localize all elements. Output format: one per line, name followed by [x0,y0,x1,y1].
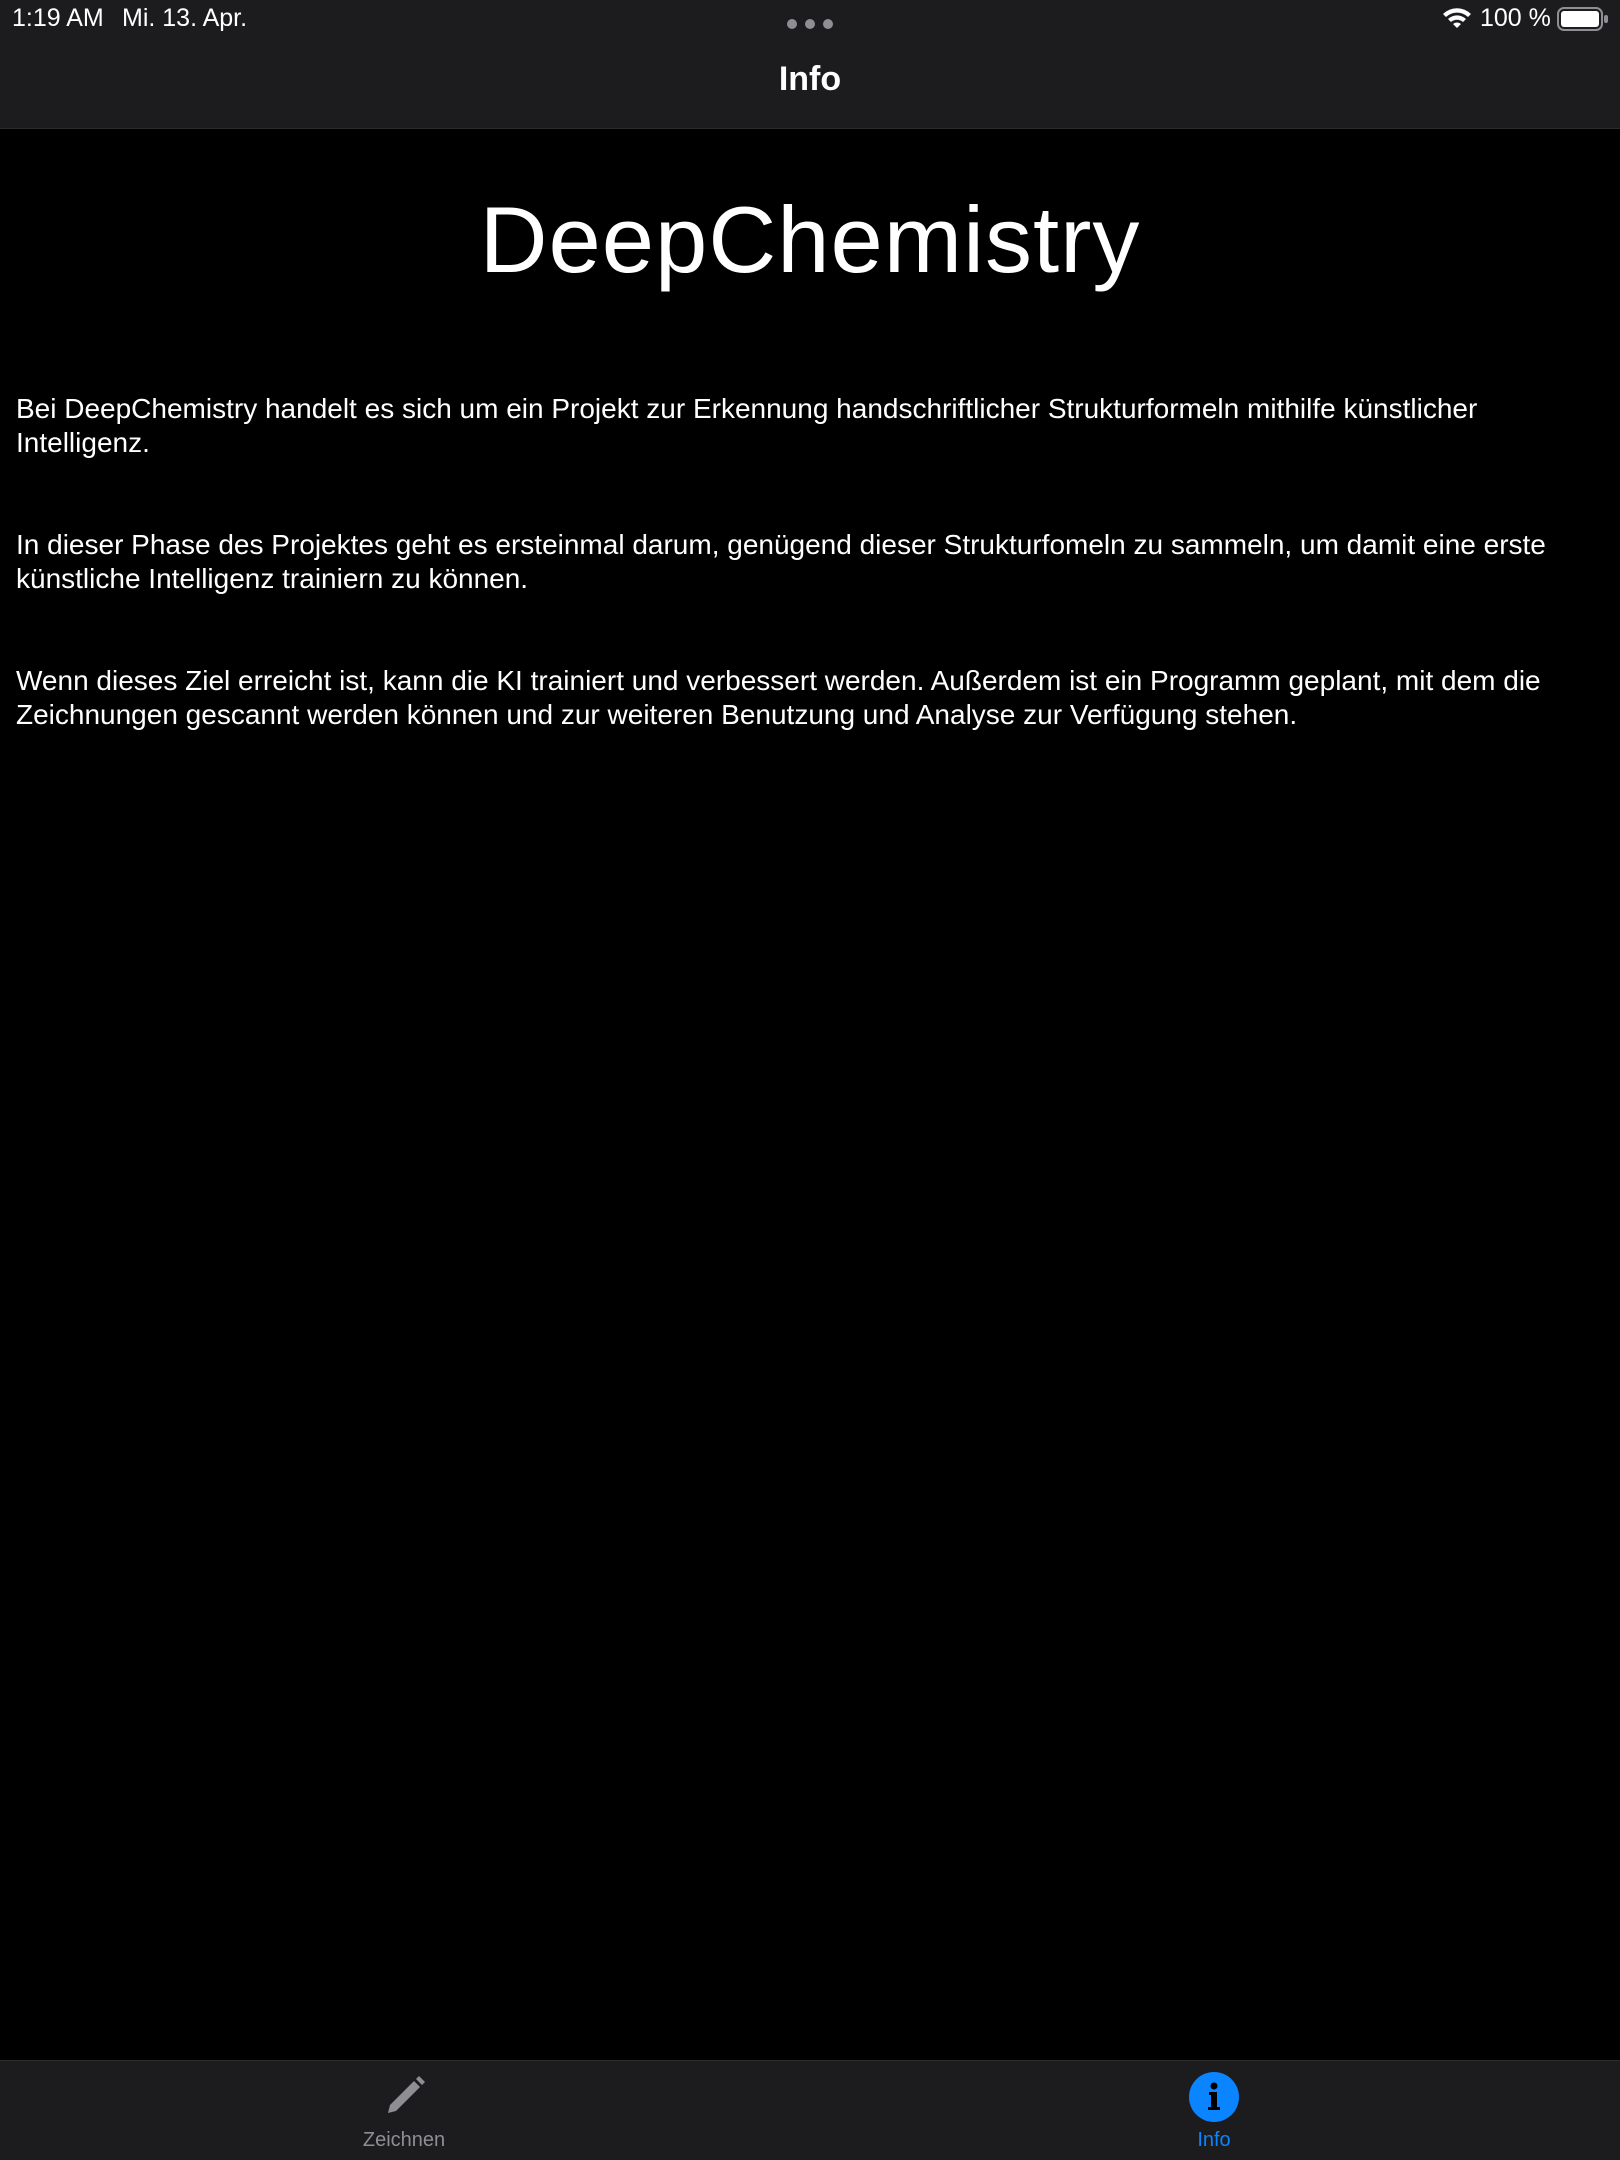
info-paragraph-3: Wenn dieses Ziel erreicht ist, kann die … [16,665,1541,730]
battery-percent: 100 % [1480,4,1551,32]
info-paragraph-1: Bei DeepChemistry handelt es sich um ein… [16,393,1478,458]
status-bar: 1:19 AM Mi. 13. Apr. 100 % [0,0,1620,40]
battery-icon [1557,7,1608,31]
status-date: Mi. 13. Apr. [122,4,248,32]
info-circle-icon [1189,2072,1239,2122]
info-paragraph-2: In dieser Phase des Projektes geht es er… [16,529,1546,594]
tab-zeichnen[interactable]: Zeichnen [304,2061,504,2160]
tab-zeichnen-label: Zeichnen [362,2129,446,2151]
nav-title: Info [778,60,842,98]
tab-info[interactable]: Info [1114,2061,1314,2160]
tab-bar: Zeichnen Info [0,2060,1620,2160]
tab-info-label: Info [1197,2129,1231,2151]
screen: 1:19 AM Mi. 13. Apr. 100 % Info DeepChem… [0,0,1620,2160]
wifi-icon [1443,8,1471,28]
header: 1:19 AM Mi. 13. Apr. 100 % Info [0,0,1620,129]
status-time: 1:19 AM [12,4,104,32]
app-title: DeepChemistry [479,187,1141,292]
pencil-icon [388,2076,425,2113]
multitasking-menu-icon[interactable] [787,19,833,29]
